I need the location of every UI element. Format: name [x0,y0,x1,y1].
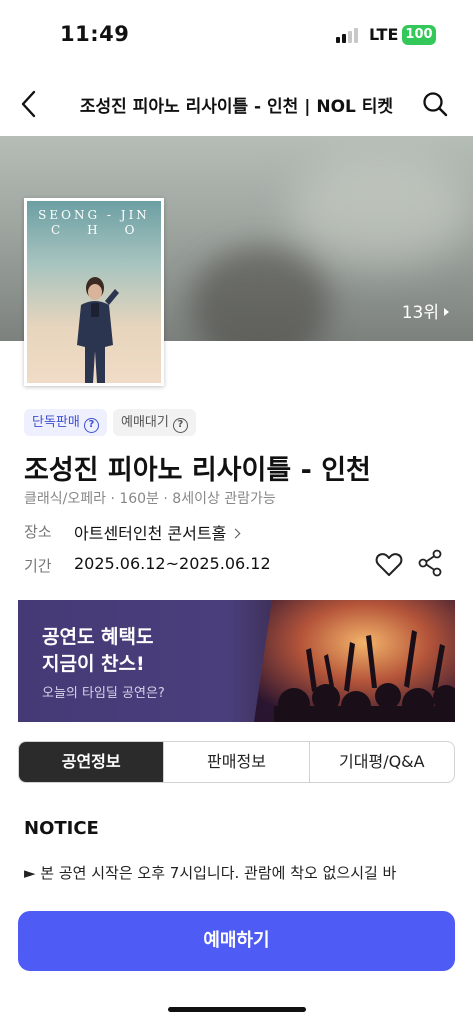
status-bar: 11:49 LTE 100 [0,0,473,72]
promo-line1: 공연도 혜택도 [42,626,154,648]
venue-label: 장소 [24,523,52,541]
period-label: 기간 [24,557,52,575]
heart-icon [375,553,403,576]
exclusive-sale-label: 단독판매 [32,415,80,430]
rank-badge[interactable]: 13위 [402,298,449,323]
home-indicator [168,1007,306,1012]
search-icon [423,92,448,117]
status-time: 11:49 [60,22,130,46]
poster-image[interactable]: SEONG - JIN CHO [24,198,164,386]
like-button[interactable] [374,549,404,579]
exclusive-sale-badge[interactable]: 단독판매? [24,409,107,436]
waiting-label: 예매대기 [121,415,169,430]
tab-sales-info[interactable]: 판매정보 [163,742,308,782]
book-button[interactable]: 예매하기 [18,911,455,971]
share-button[interactable] [416,548,444,578]
hero-blur-shape [290,156,470,266]
promo-subtitle: 오늘의 타임딜 공연은? [42,686,165,701]
notice-title: NOTICE [24,818,99,839]
poster-name-line2: CHO [51,223,162,237]
top-nav-bar: 조성진 피아노 리사이틀 - 인천 | NOL 티켓 [0,72,473,136]
chevron-right-icon [230,528,241,539]
pianist-figure [77,277,119,383]
performance-title: 조성진 피아노 리사이틀 - 인천 [24,455,371,486]
venue-name: 아트센터인천 콘서트홀 [74,524,227,543]
promo-headline: 공연도 혜택도 지금이 찬스! [42,624,154,678]
signal-icon [336,27,362,43]
promo-banner[interactable]: 공연도 혜택도 지금이 찬스! 오늘의 타임딜 공연은? [18,600,455,722]
network-type: LTE [369,25,399,44]
page-title: 조성진 피아노 리사이틀 - 인천 | NOL 티켓 [79,97,394,117]
promo-line2: 지금이 찬스! [42,653,145,675]
help-icon: ? [172,418,188,433]
battery-icon: 100 [402,25,436,45]
caret-right-icon [444,308,449,316]
tab-performance-info[interactable]: 공연정보 [19,742,164,782]
chevron-left-icon [21,90,36,118]
waiting-badge[interactable]: 예매대기? [113,409,196,436]
back-button[interactable] [14,86,48,122]
tab-reviews-qa[interactable]: 기대평/Q&A [308,742,454,782]
performance-meta: 클래식/오페라 · 160분 · 8세이상 관람가능 [24,491,276,507]
poster-name-line1: SEONG - JIN [38,208,150,222]
period-value: 2025.06.12~2025.06.12 [74,554,271,573]
search-button[interactable] [419,88,451,120]
rank-text: 13위 [401,303,439,323]
share-icon [418,549,442,577]
concert-crowd-image [254,600,455,722]
venue-link[interactable]: 아트센터인천 콘서트홀 [74,520,241,544]
hero-blur-shape [190,246,330,341]
notice-text: ► 본 공연 시작은 오후 7시입니다. 관람에 착오 없으시길 바 [24,864,397,882]
help-icon: ? [83,418,99,433]
detail-tabs: 공연정보 판매정보 기대평/Q&A [18,741,455,783]
